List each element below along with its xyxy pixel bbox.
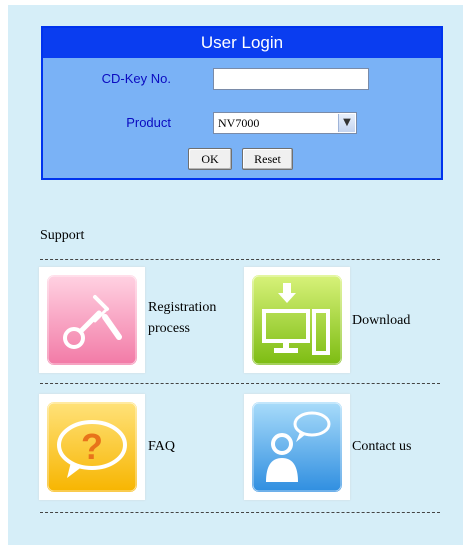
cdkey-label: CD-Key No. xyxy=(101,71,171,86)
wrench-screwdriver-icon[interactable] xyxy=(47,275,137,365)
contact-tile[interactable] xyxy=(244,394,350,500)
divider xyxy=(40,259,440,260)
login-title: User Login xyxy=(43,28,441,58)
registration-label-line2[interactable]: process xyxy=(148,319,190,339)
divider xyxy=(40,383,440,384)
contact-label[interactable]: Contact us xyxy=(352,437,412,457)
download-label[interactable]: Download xyxy=(352,311,410,331)
product-selected-value: NV7000 xyxy=(218,116,260,130)
login-form: User Login CD-Key No. Product NV7000 ▼ O… xyxy=(41,26,443,180)
divider xyxy=(40,512,440,513)
faq-tile[interactable]: ? xyxy=(39,394,145,500)
question-bubble-icon[interactable]: ? xyxy=(47,402,137,492)
chevron-down-icon[interactable]: ▼ xyxy=(338,114,355,132)
support-title: Support xyxy=(40,228,85,243)
ok-button[interactable]: OK xyxy=(188,148,232,170)
svg-text:?: ? xyxy=(81,426,103,467)
registration-tile[interactable] xyxy=(39,267,145,373)
product-label: Product xyxy=(126,115,171,130)
registration-label-line1[interactable]: Registration xyxy=(148,298,216,318)
download-computer-icon[interactable] xyxy=(252,275,342,365)
cdkey-input[interactable] xyxy=(213,68,369,90)
faq-label[interactable]: FAQ xyxy=(148,437,175,457)
product-select[interactable]: NV7000 ▼ xyxy=(213,112,357,134)
reset-button[interactable]: Reset xyxy=(242,148,293,170)
download-tile[interactable] xyxy=(244,267,350,373)
contact-person-icon[interactable] xyxy=(252,402,342,492)
